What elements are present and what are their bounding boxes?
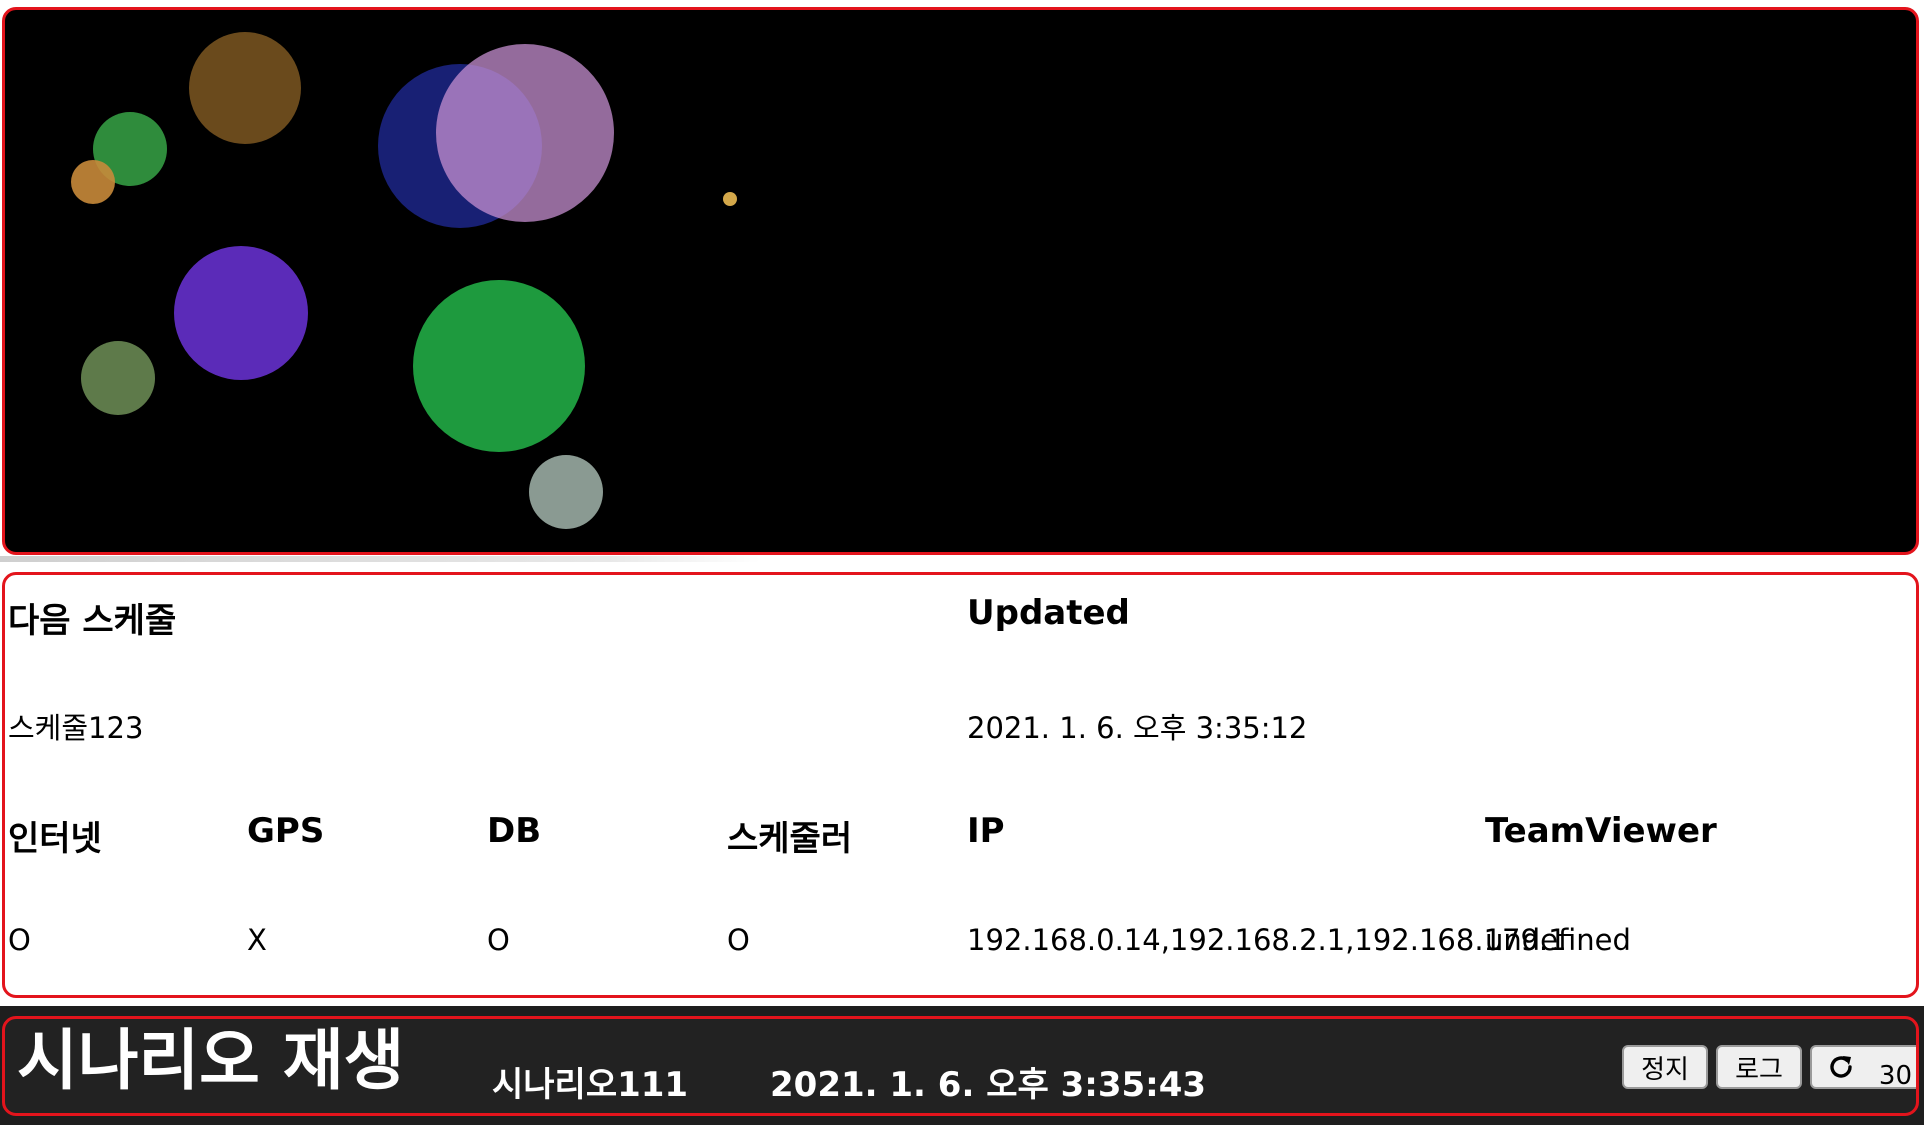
current-datetime: 2021. 1. 6. 오후 3:35:43	[770, 1065, 1207, 1105]
teamviewer-value: undefined	[1485, 923, 1631, 957]
bubble-5	[436, 44, 614, 222]
bubble-3	[71, 160, 115, 204]
stop-button[interactable]: 정지	[1622, 1045, 1708, 1089]
bubble-canvas	[71, 32, 737, 529]
next-schedule-label: 다음 스케줄	[8, 601, 177, 641]
bubble-9	[413, 280, 585, 452]
db-value: O	[487, 923, 510, 957]
bubble-8	[81, 341, 155, 415]
refresh-icon	[1830, 1056, 1852, 1078]
db-label: DB	[487, 811, 542, 851]
scheduler-value: O	[727, 923, 750, 957]
gps-label: GPS	[247, 811, 325, 851]
next-schedule-value: 스케줄123	[8, 711, 144, 745]
refresh-button[interactable]: 30	[1810, 1045, 1916, 1091]
updated-value: 2021. 1. 6. 오후 3:35:12	[967, 711, 1308, 745]
page-title: 시나리오 재생	[17, 1022, 405, 1099]
footer-bar: 시나리오 재생 시나리오111 2021. 1. 6. 오후 3:35:43 정…	[2, 1016, 1919, 1116]
updated-label: Updated	[967, 593, 1130, 633]
scheduler-label: 스케줄러	[727, 819, 853, 859]
bubble-7	[174, 246, 308, 380]
animation-canvas-panel	[2, 7, 1919, 555]
refresh-countdown: 30	[1878, 1061, 1912, 1091]
scenario-name: 시나리오111	[492, 1065, 689, 1105]
bubble-6	[723, 192, 737, 206]
bubble-10	[529, 455, 603, 529]
status-panel: 다음 스케줄 스케줄123 Updated 2021. 1. 6. 오후 3:3…	[2, 572, 1919, 998]
teamviewer-label: TeamViewer	[1485, 811, 1717, 851]
panel-shadow	[0, 556, 760, 562]
log-button[interactable]: 로그	[1716, 1045, 1802, 1089]
ip-label: IP	[967, 811, 1005, 851]
ip-value: 192.168.0.14,192.168.2.1,192.168.179.1	[967, 923, 1567, 957]
gps-value: X	[247, 923, 267, 957]
bubble-1	[189, 32, 301, 144]
internet-label: 인터넷	[8, 819, 102, 859]
internet-value: O	[8, 923, 31, 957]
